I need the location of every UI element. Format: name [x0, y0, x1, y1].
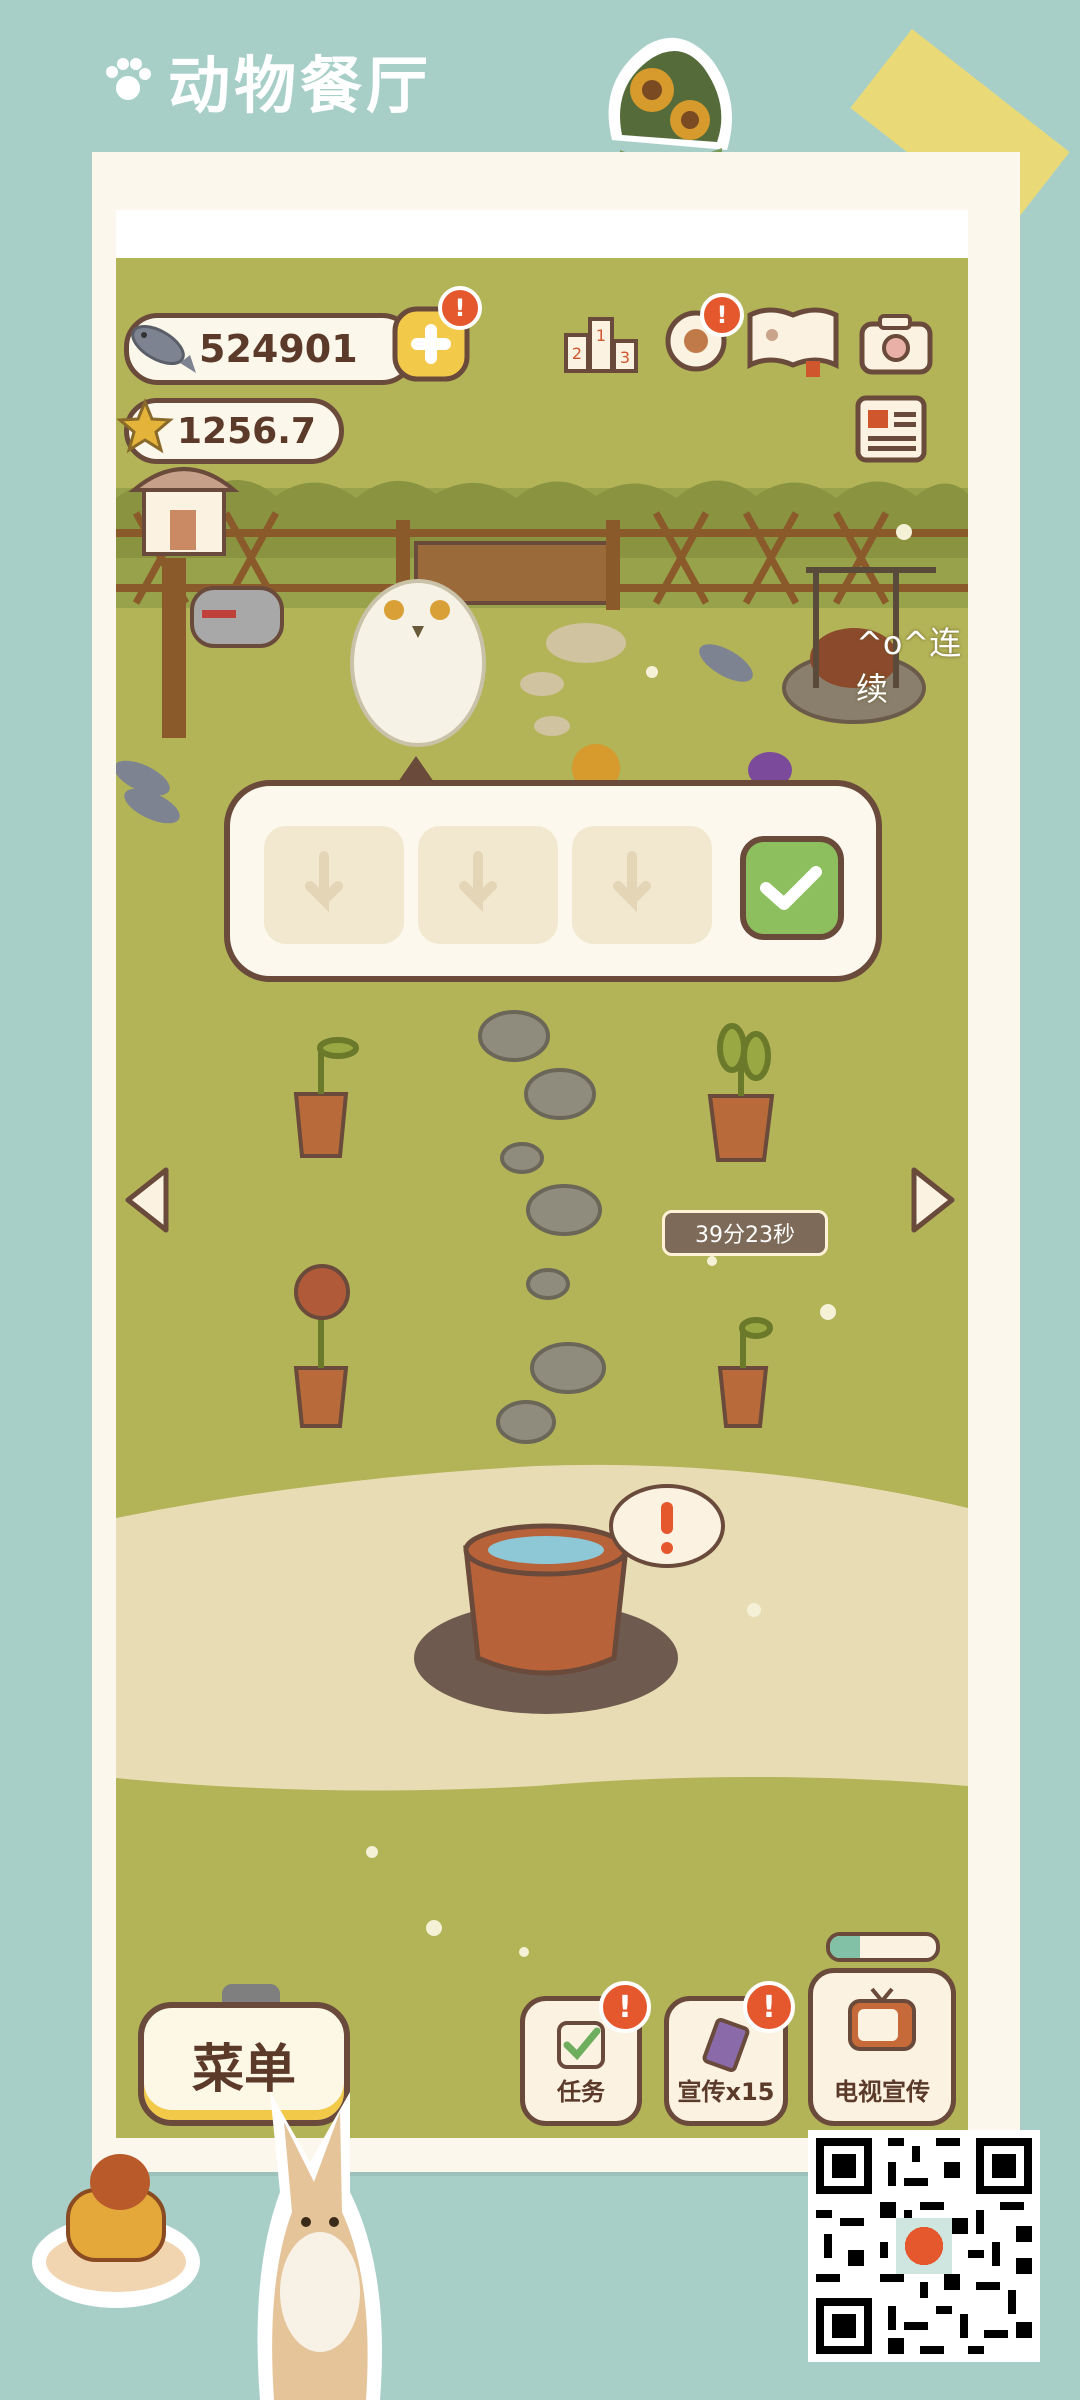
- download-arrow-icon: [613, 851, 651, 913]
- star-icon: [116, 398, 174, 454]
- tv-icon: [848, 1987, 916, 2051]
- popup-tail: [398, 756, 434, 782]
- settings-button[interactable]: !: [660, 293, 744, 377]
- fish-amount: 524901: [199, 327, 358, 371]
- qr-code-graphic: [808, 2130, 1040, 2362]
- alert-badge-icon: !: [438, 286, 482, 330]
- ingredient-popup: [224, 780, 882, 982]
- tasks-label: 任务: [557, 2078, 605, 2106]
- checkmark-icon: [760, 866, 822, 910]
- paw-icon: [106, 58, 151, 100]
- tv-promo-progress: [826, 1932, 940, 1962]
- download-arrow-icon: [305, 851, 343, 913]
- alert-badge-icon: !: [599, 1981, 651, 2033]
- qr-code: [808, 2130, 1040, 2362]
- promote-label: 宣传x15: [677, 2078, 775, 2106]
- game-scene[interactable]: ^o^连续: [116, 258, 968, 2138]
- ingredient-slot[interactable]: [264, 826, 404, 944]
- previous-area-arrow-icon[interactable]: [118, 1162, 174, 1238]
- pancake-sticker-icon: [32, 2154, 200, 2308]
- growth-timer: 39分23秒: [662, 1210, 828, 1256]
- ingredient-slot[interactable]: [572, 826, 712, 944]
- svg-text:2: 2: [572, 344, 582, 363]
- fish-icon: [131, 324, 196, 373]
- alert-badge-icon: !: [743, 1981, 795, 2033]
- garden-background: [116, 467, 968, 1957]
- svg-text:1: 1: [596, 326, 606, 345]
- ingredient-slot[interactable]: [418, 826, 558, 944]
- alert-badge-icon: !: [700, 293, 744, 337]
- tv-promote-button[interactable]: 电视宣传: [808, 1968, 956, 2126]
- next-area-arrow-icon[interactable]: [906, 1162, 962, 1238]
- promote-button[interactable]: 宣传x15 !: [664, 1981, 795, 2126]
- frame-top-strip: [116, 210, 968, 260]
- svg-text:3: 3: [620, 348, 630, 367]
- confirm-button[interactable]: [740, 836, 844, 940]
- trophy-icon[interactable]: 2 1 3: [562, 305, 640, 377]
- brand-logo: 动物餐厅: [100, 40, 432, 122]
- flyer-icon: [702, 2017, 750, 2073]
- download-arrow-icon: [459, 851, 497, 913]
- add-fish-button[interactable]: !: [392, 286, 482, 382]
- tasks-button[interactable]: 任务 !: [520, 1981, 651, 2126]
- tv-promote-label: 电视宣传: [834, 2078, 930, 2106]
- star-amount: 1256.7: [177, 410, 316, 452]
- newspaper-icon[interactable]: [854, 394, 928, 464]
- corgi-sticker-icon: [257, 2092, 382, 2400]
- checklist-icon: [557, 2021, 605, 2069]
- tv-promo-progress-fill: [830, 1936, 860, 1958]
- camera-icon[interactable]: [858, 312, 934, 376]
- streak-label: ^o^连续: [856, 624, 962, 708]
- brand-title: 动物餐厅: [168, 49, 433, 122]
- guestbook-icon[interactable]: [746, 305, 840, 377]
